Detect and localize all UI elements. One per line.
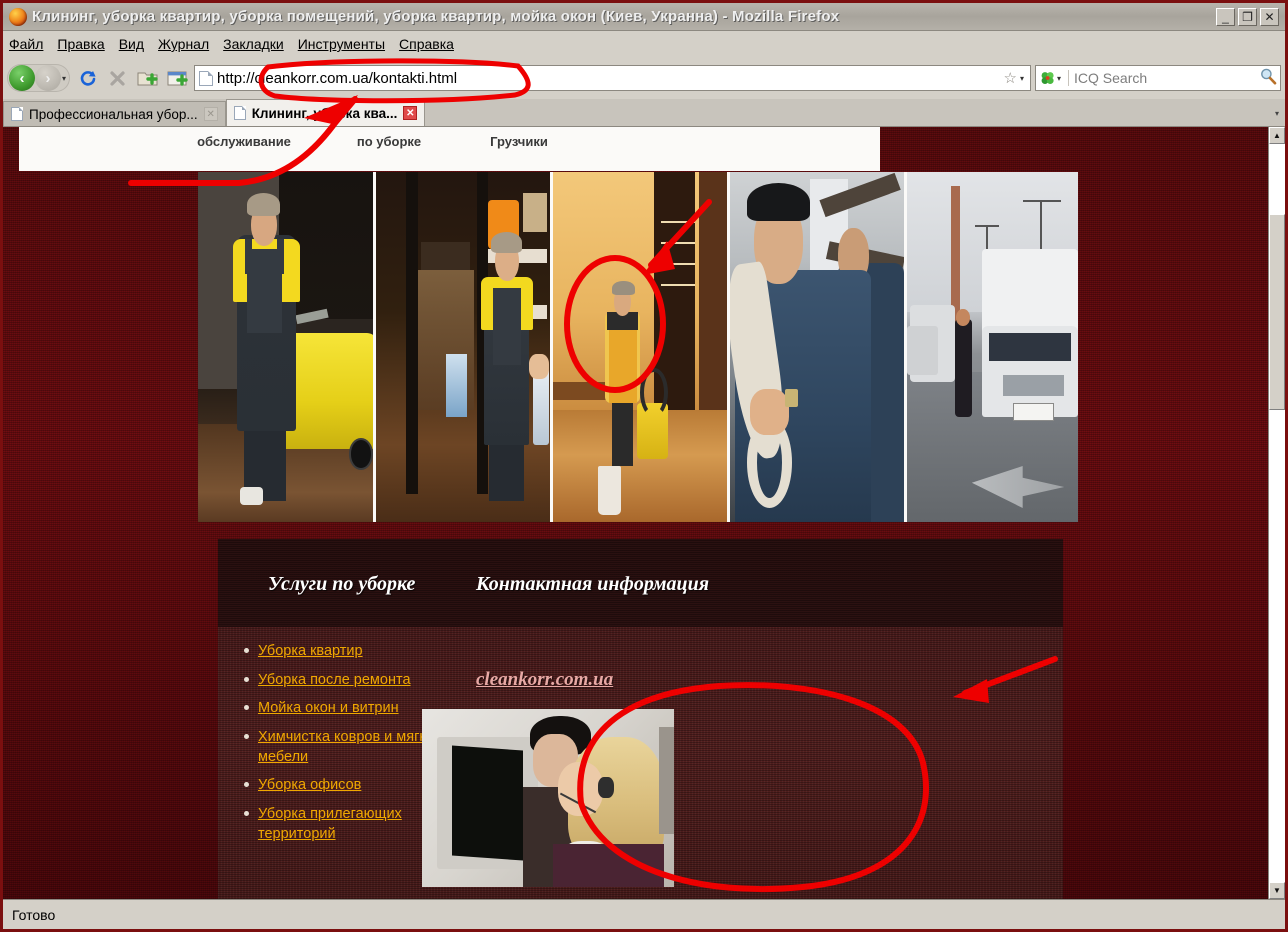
- menu-item-tools-label: Инструменты: [297, 36, 386, 52]
- menu-item-edit-label: Правка: [57, 36, 105, 52]
- site-nav-item-movers[interactable]: Грузчики: [449, 135, 589, 149]
- forward-button[interactable]: ›: [35, 65, 61, 91]
- photo-worker-in-shop[interactable]: [376, 172, 551, 522]
- firefox-logo-icon: [9, 7, 27, 26]
- window-title: Клининг, уборка квартир, уборка помещени…: [32, 8, 840, 25]
- star-dropdown-icon[interactable]: ▾: [1020, 74, 1024, 83]
- site-watermark: cleankorr.com.ua: [476, 669, 614, 690]
- panel-body: Уборка квартир Уборка после ремонта Мойк…: [218, 627, 1063, 899]
- tab-label: Профессиональная убор...: [29, 106, 198, 122]
- folder-plus-icon[interactable]: [134, 65, 160, 91]
- search-input[interactable]: ICQ Search: [1068, 70, 1259, 86]
- site-nav-item-service[interactable]: обслуживание: [159, 135, 329, 149]
- photo-worker-with-vacuum[interactable]: [553, 172, 727, 522]
- history-dropdown-icon[interactable]: ▾: [62, 74, 66, 83]
- photo-worker-with-cart[interactable]: [198, 172, 374, 522]
- vertical-scrollbar[interactable]: ▲ ▼: [1268, 127, 1285, 899]
- search-bar[interactable]: ▾ ICQ Search: [1035, 65, 1281, 91]
- back-forward-group: ‹ › ▾: [7, 64, 71, 92]
- tab-close-icon[interactable]: ✕: [403, 106, 418, 120]
- web-page: обслуживание по уборке Грузчики Услуги п…: [3, 127, 1268, 899]
- content-panel: Услуги по уборке Контактная информация У…: [218, 539, 1063, 899]
- service-link-apartments[interactable]: Уборка квартир: [258, 643, 363, 659]
- bookmark-star-icon[interactable]: ☆: [1004, 69, 1017, 87]
- photo-mover-with-rope[interactable]: [729, 172, 904, 522]
- site-navigation: обслуживание по уборке Грузчики: [19, 127, 880, 149]
- tab-bar: Профессиональная убор... ✕ Клининг, убор…: [3, 99, 1285, 127]
- menu-item-edit[interactable]: Правка: [57, 36, 104, 52]
- menu-item-help-label: Справка: [399, 36, 454, 52]
- service-link-after-repair[interactable]: Уборка после ремонта: [258, 672, 411, 688]
- stop-button[interactable]: [104, 65, 130, 91]
- menu-item-history-label: Журнал: [158, 36, 210, 52]
- service-link-offices[interactable]: Уборка офисов: [258, 777, 361, 793]
- site-nav-item-cleaning[interactable]: по уборке: [329, 135, 449, 149]
- url-input[interactable]: http://cleankorr.com.ua/kontakti.html: [217, 70, 998, 87]
- status-message: Готово: [12, 906, 56, 923]
- service-link-carpets[interactable]: Химчистка ковров и мягкой мебели: [258, 729, 442, 765]
- list-item: Уборка квартир: [244, 641, 458, 661]
- scroll-down-button[interactable]: ▼: [1269, 882, 1285, 899]
- heading-contacts: Контактная информация: [476, 573, 710, 595]
- page-viewport: обслуживание по уборке Грузчики Услуги п…: [3, 127, 1285, 899]
- url-bar[interactable]: http://cleankorr.com.ua/kontakti.html ☆ …: [194, 65, 1031, 91]
- menu-item-bookmarks-label: Закладки: [223, 36, 284, 52]
- title-bar: Клининг, уборка квартир, уборка помещени…: [3, 3, 1285, 31]
- navigation-toolbar: ‹ › ▾ http://cleankorr.com.ua/kontakti.h…: [3, 57, 1285, 99]
- minimize-button[interactable]: _: [1216, 7, 1235, 26]
- restore-button[interactable]: ❐: [1238, 7, 1257, 26]
- search-engine-dropdown-icon[interactable]: ▾: [1057, 74, 1061, 83]
- icq-clover-icon[interactable]: [1039, 70, 1056, 87]
- page-favicon-icon: [199, 70, 214, 86]
- photo-call-center[interactable]: [422, 709, 674, 887]
- heading-services: Услуги по уборке: [268, 573, 416, 595]
- photo-gallery: [198, 172, 1078, 522]
- service-link-windows[interactable]: Мойка окон и витрин: [258, 700, 399, 716]
- menu-item-view-label: Вид: [118, 36, 145, 52]
- scrollbar-track[interactable]: [1269, 144, 1285, 882]
- reload-button[interactable]: [74, 65, 100, 91]
- tab-list-dropdown-icon[interactable]: ▾: [1269, 100, 1285, 126]
- back-button[interactable]: ‹: [9, 65, 35, 91]
- list-item: Уборка после ремонта: [244, 670, 458, 690]
- window-controls: _ ❐ ✕: [1216, 7, 1279, 26]
- tab-favicon-icon: [11, 107, 23, 121]
- tab-close-icon[interactable]: ✕: [203, 107, 218, 121]
- service-link-territories[interactable]: Уборка прилегающих территорий: [258, 806, 402, 842]
- menu-item-file[interactable]: Файл: [9, 36, 43, 52]
- panel-heading-row: Услуги по уборке Контактная информация: [218, 563, 1063, 623]
- tab-strip-empty-area: [425, 99, 1269, 126]
- menu-item-bookmarks[interactable]: Закладки: [223, 36, 284, 52]
- menu-bar: Файл Правка Вид Журнал Закладки Инструме…: [3, 31, 1285, 57]
- close-button[interactable]: ✕: [1260, 7, 1279, 26]
- menu-item-help[interactable]: Справка: [399, 36, 454, 52]
- menu-item-view[interactable]: Вид: [119, 36, 144, 52]
- menu-item-tools[interactable]: Инструменты: [298, 36, 385, 52]
- tab-favicon-icon: [233, 106, 246, 120]
- tab-cleaning-apartments[interactable]: Клининг, уборка ква... ✕: [225, 99, 426, 126]
- browser-window: Клининг, уборка квартир, уборка помещени…: [0, 0, 1288, 932]
- status-bar: Готово: [3, 899, 1285, 929]
- tab-professional-cleaning[interactable]: Профессиональная убор... ✕: [3, 101, 226, 126]
- menu-item-history[interactable]: Журнал: [158, 36, 209, 52]
- window-plus-icon[interactable]: [164, 65, 190, 91]
- menu-item-file-label: Файл: [9, 36, 44, 52]
- search-magnifier-icon[interactable]: [1259, 67, 1277, 90]
- scrollbar-thumb[interactable]: [1269, 214, 1285, 410]
- tab-label: Клининг, уборка ква...: [251, 105, 398, 121]
- scroll-up-button[interactable]: ▲: [1269, 127, 1285, 144]
- photo-trucks[interactable]: [906, 172, 1078, 522]
